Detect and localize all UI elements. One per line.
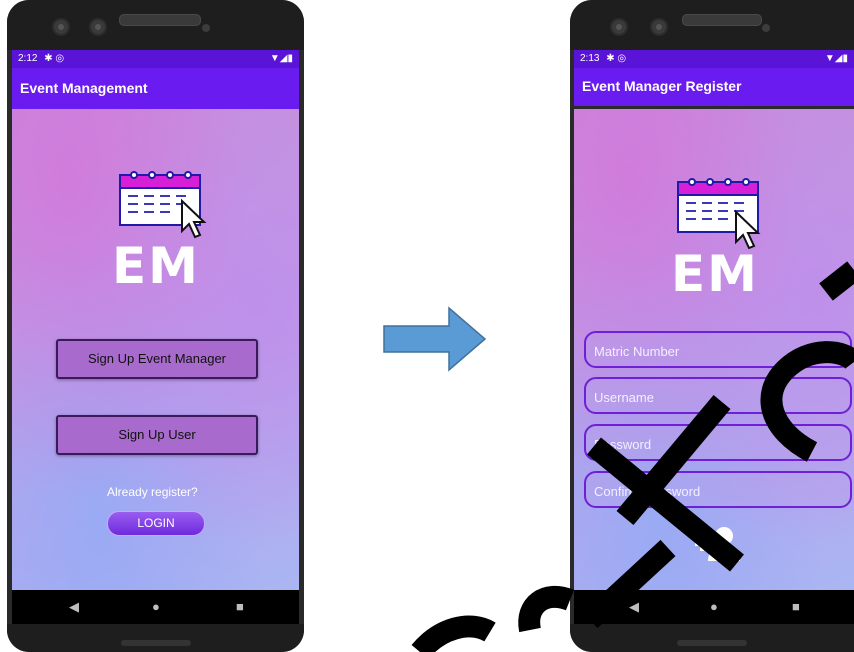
watermark-strokes xyxy=(411,261,854,652)
